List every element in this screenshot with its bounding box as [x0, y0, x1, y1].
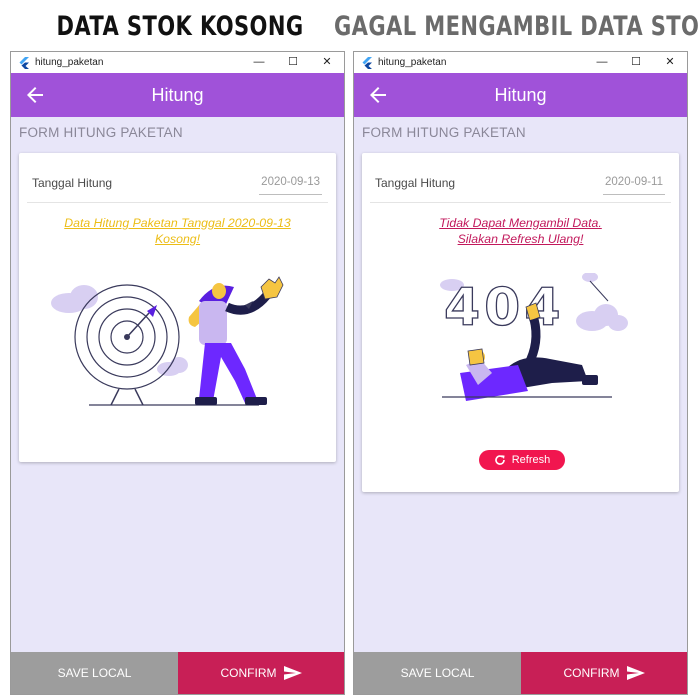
refresh-button[interactable]: Refresh	[479, 450, 565, 470]
flutter-logo-icon	[362, 56, 372, 69]
minimize-button[interactable]: —	[585, 52, 619, 73]
bottom-action-bar: SAVE LOCAL CONFIRM	[354, 652, 687, 694]
error-message: Tidak Dapat Mengambil Data. Silakan Refr…	[362, 215, 679, 247]
save-local-label: SAVE LOCAL	[400, 666, 475, 680]
error-404-illustration: 404	[440, 273, 628, 401]
form-card: Tanggal Hitung 2020-09-11 Tidak Dapat Me…	[362, 153, 679, 492]
page-title: Hitung	[494, 84, 547, 105]
flutter-logo-icon	[19, 56, 29, 69]
send-icon	[626, 666, 645, 680]
save-local-label: SAVE LOCAL	[57, 666, 132, 680]
refresh-icon	[494, 455, 505, 465]
svg-text:404: 404	[444, 278, 565, 338]
save-local-button[interactable]: SAVE LOCAL	[354, 652, 521, 694]
message-line-1: Data Hitung Paketan Tanggal 2020-09-13	[64, 216, 291, 230]
confirm-button[interactable]: CONFIRM	[521, 652, 687, 694]
caption-empty-stock: DATA STOK KOSONG	[56, 10, 304, 42]
window-titlebar: hitung_paketan — ☐ ✕	[11, 52, 344, 73]
date-field-label: Tanggal Hitung	[32, 176, 113, 190]
window-title: hitung_paketan	[378, 57, 447, 68]
confirm-button[interactable]: CONFIRM	[178, 652, 344, 694]
confirm-label: CONFIRM	[563, 666, 620, 680]
section-title: FORM HITUNG PAKETAN	[19, 125, 183, 140]
empty-data-message: Data Hitung Paketan Tanggal 2020-09-13 K…	[19, 215, 336, 247]
message-line-2: Silakan Refresh Ulang!	[457, 232, 584, 246]
app-bar: Hitung	[11, 73, 344, 117]
date-field-input[interactable]: 2020-09-11	[603, 176, 665, 195]
minimize-button[interactable]: —	[242, 52, 276, 73]
close-button[interactable]: ✕	[310, 52, 344, 73]
date-field-input[interactable]: 2020-09-13	[259, 176, 322, 195]
app-window-error: hitung_paketan — ☐ ✕ Hitung FORM HITUNG …	[353, 51, 688, 695]
message-line-2: Kosong!	[154, 232, 201, 246]
date-field-row: Tanggal Hitung 2020-09-11	[370, 153, 671, 203]
window-titlebar: hitung_paketan — ☐ ✕	[354, 52, 687, 73]
refresh-label: Refresh	[511, 454, 551, 466]
arrow-left-icon[interactable]	[23, 83, 47, 107]
empty-target-illustration	[51, 276, 284, 406]
arrow-left-icon[interactable]	[366, 83, 390, 107]
confirm-label: CONFIRM	[220, 666, 277, 680]
close-button[interactable]: ✕	[653, 52, 687, 73]
section-title: FORM HITUNG PAKETAN	[362, 125, 526, 140]
page-title: Hitung	[151, 84, 204, 105]
save-local-button[interactable]: SAVE LOCAL	[11, 652, 178, 694]
maximize-button[interactable]: ☐	[276, 52, 310, 73]
message-line-1: Tidak Dapat Mengambil Data.	[439, 216, 602, 230]
date-field-label: Tanggal Hitung	[375, 176, 456, 190]
maximize-button[interactable]: ☐	[619, 52, 653, 73]
app-window-empty: hitung_paketan — ☐ ✕ Hitung FORM HITUNG …	[10, 51, 345, 695]
date-field-row: Tanggal Hitung 2020-09-13	[27, 153, 328, 203]
form-card: Tanggal Hitung 2020-09-13 Data Hitung Pa…	[19, 153, 336, 462]
caption-fetch-failed: GAGAL MENGAMBIL DATA STOK	[333, 10, 700, 42]
app-bar: Hitung	[354, 73, 687, 117]
send-icon	[283, 666, 302, 680]
bottom-action-bar: SAVE LOCAL CONFIRM	[11, 652, 344, 694]
window-title: hitung_paketan	[35, 57, 104, 68]
